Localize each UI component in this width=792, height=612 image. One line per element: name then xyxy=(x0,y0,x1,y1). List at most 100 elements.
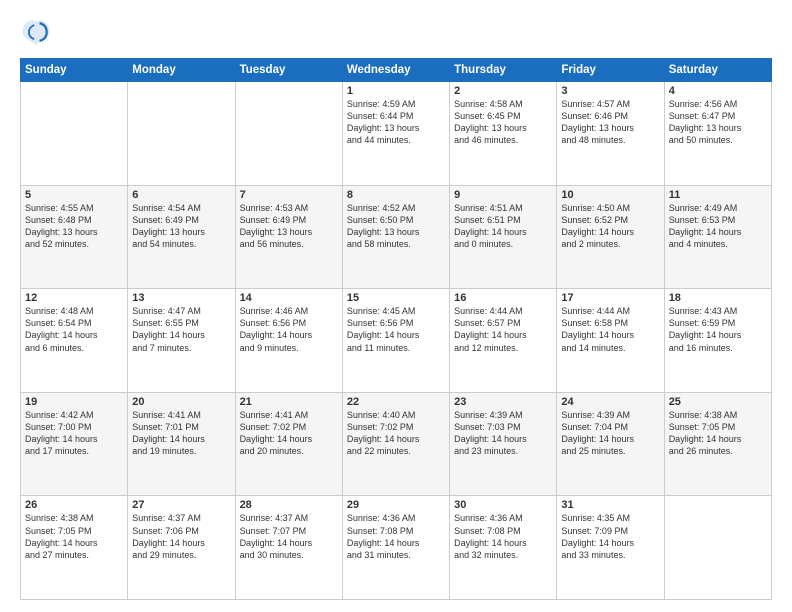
table-row: 30Sunrise: 4:36 AM Sunset: 7:08 PM Dayli… xyxy=(450,496,557,600)
day-number: 31 xyxy=(561,499,659,511)
table-row: 25Sunrise: 4:38 AM Sunset: 7:05 PM Dayli… xyxy=(664,392,771,496)
page: Sunday Monday Tuesday Wednesday Thursday… xyxy=(0,0,792,612)
day-number: 30 xyxy=(454,499,552,511)
day-number: 5 xyxy=(25,189,123,201)
day-detail: Sunrise: 4:42 AM Sunset: 7:00 PM Dayligh… xyxy=(25,409,123,458)
day-number: 8 xyxy=(347,189,445,201)
day-detail: Sunrise: 4:52 AM Sunset: 6:50 PM Dayligh… xyxy=(347,202,445,251)
day-number: 4 xyxy=(669,85,767,97)
calendar-week-row: 12Sunrise: 4:48 AM Sunset: 6:54 PM Dayli… xyxy=(21,289,772,393)
day-number: 2 xyxy=(454,85,552,97)
table-row: 28Sunrise: 4:37 AM Sunset: 7:07 PM Dayli… xyxy=(235,496,342,600)
day-number: 1 xyxy=(347,85,445,97)
header xyxy=(20,16,772,48)
table-row: 10Sunrise: 4:50 AM Sunset: 6:52 PM Dayli… xyxy=(557,185,664,289)
table-row: 24Sunrise: 4:39 AM Sunset: 7:04 PM Dayli… xyxy=(557,392,664,496)
header-wednesday: Wednesday xyxy=(342,59,449,82)
day-number: 26 xyxy=(25,499,123,511)
table-row: 20Sunrise: 4:41 AM Sunset: 7:01 PM Dayli… xyxy=(128,392,235,496)
day-number: 18 xyxy=(669,292,767,304)
day-number: 20 xyxy=(132,396,230,408)
day-number: 3 xyxy=(561,85,659,97)
day-number: 10 xyxy=(561,189,659,201)
table-row: 21Sunrise: 4:41 AM Sunset: 7:02 PM Dayli… xyxy=(235,392,342,496)
day-detail: Sunrise: 4:38 AM Sunset: 7:05 PM Dayligh… xyxy=(669,409,767,458)
day-number: 27 xyxy=(132,499,230,511)
logo-icon xyxy=(20,16,52,48)
table-row xyxy=(664,496,771,600)
day-detail: Sunrise: 4:35 AM Sunset: 7:09 PM Dayligh… xyxy=(561,512,659,561)
day-number: 19 xyxy=(25,396,123,408)
day-detail: Sunrise: 4:43 AM Sunset: 6:59 PM Dayligh… xyxy=(669,305,767,354)
day-detail: Sunrise: 4:44 AM Sunset: 6:57 PM Dayligh… xyxy=(454,305,552,354)
day-number: 13 xyxy=(132,292,230,304)
day-detail: Sunrise: 4:37 AM Sunset: 7:07 PM Dayligh… xyxy=(240,512,338,561)
table-row: 2Sunrise: 4:58 AM Sunset: 6:45 PM Daylig… xyxy=(450,82,557,186)
day-detail: Sunrise: 4:57 AM Sunset: 6:46 PM Dayligh… xyxy=(561,98,659,147)
table-row xyxy=(235,82,342,186)
calendar-table: Sunday Monday Tuesday Wednesday Thursday… xyxy=(20,58,772,600)
table-row: 14Sunrise: 4:46 AM Sunset: 6:56 PM Dayli… xyxy=(235,289,342,393)
table-row: 4Sunrise: 4:56 AM Sunset: 6:47 PM Daylig… xyxy=(664,82,771,186)
table-row: 31Sunrise: 4:35 AM Sunset: 7:09 PM Dayli… xyxy=(557,496,664,600)
table-row: 23Sunrise: 4:39 AM Sunset: 7:03 PM Dayli… xyxy=(450,392,557,496)
header-tuesday: Tuesday xyxy=(235,59,342,82)
day-number: 24 xyxy=(561,396,659,408)
day-detail: Sunrise: 4:48 AM Sunset: 6:54 PM Dayligh… xyxy=(25,305,123,354)
table-row: 15Sunrise: 4:45 AM Sunset: 6:56 PM Dayli… xyxy=(342,289,449,393)
table-row: 7Sunrise: 4:53 AM Sunset: 6:49 PM Daylig… xyxy=(235,185,342,289)
header-sunday: Sunday xyxy=(21,59,128,82)
calendar-week-row: 19Sunrise: 4:42 AM Sunset: 7:00 PM Dayli… xyxy=(21,392,772,496)
day-number: 22 xyxy=(347,396,445,408)
day-detail: Sunrise: 4:45 AM Sunset: 6:56 PM Dayligh… xyxy=(347,305,445,354)
day-number: 29 xyxy=(347,499,445,511)
table-row xyxy=(21,82,128,186)
header-thursday: Thursday xyxy=(450,59,557,82)
table-row: 27Sunrise: 4:37 AM Sunset: 7:06 PM Dayli… xyxy=(128,496,235,600)
table-row: 5Sunrise: 4:55 AM Sunset: 6:48 PM Daylig… xyxy=(21,185,128,289)
header-saturday: Saturday xyxy=(664,59,771,82)
day-detail: Sunrise: 4:41 AM Sunset: 7:02 PM Dayligh… xyxy=(240,409,338,458)
table-row: 16Sunrise: 4:44 AM Sunset: 6:57 PM Dayli… xyxy=(450,289,557,393)
calendar-week-row: 1Sunrise: 4:59 AM Sunset: 6:44 PM Daylig… xyxy=(21,82,772,186)
day-number: 14 xyxy=(240,292,338,304)
day-detail: Sunrise: 4:39 AM Sunset: 7:04 PM Dayligh… xyxy=(561,409,659,458)
table-row: 11Sunrise: 4:49 AM Sunset: 6:53 PM Dayli… xyxy=(664,185,771,289)
calendar-week-row: 26Sunrise: 4:38 AM Sunset: 7:05 PM Dayli… xyxy=(21,496,772,600)
day-number: 17 xyxy=(561,292,659,304)
day-detail: Sunrise: 4:36 AM Sunset: 7:08 PM Dayligh… xyxy=(454,512,552,561)
table-row: 6Sunrise: 4:54 AM Sunset: 6:49 PM Daylig… xyxy=(128,185,235,289)
table-row: 18Sunrise: 4:43 AM Sunset: 6:59 PM Dayli… xyxy=(664,289,771,393)
day-detail: Sunrise: 4:40 AM Sunset: 7:02 PM Dayligh… xyxy=(347,409,445,458)
table-row: 22Sunrise: 4:40 AM Sunset: 7:02 PM Dayli… xyxy=(342,392,449,496)
day-detail: Sunrise: 4:51 AM Sunset: 6:51 PM Dayligh… xyxy=(454,202,552,251)
table-row: 13Sunrise: 4:47 AM Sunset: 6:55 PM Dayli… xyxy=(128,289,235,393)
table-row: 9Sunrise: 4:51 AM Sunset: 6:51 PM Daylig… xyxy=(450,185,557,289)
day-detail: Sunrise: 4:39 AM Sunset: 7:03 PM Dayligh… xyxy=(454,409,552,458)
day-detail: Sunrise: 4:38 AM Sunset: 7:05 PM Dayligh… xyxy=(25,512,123,561)
table-row: 12Sunrise: 4:48 AM Sunset: 6:54 PM Dayli… xyxy=(21,289,128,393)
table-row: 26Sunrise: 4:38 AM Sunset: 7:05 PM Dayli… xyxy=(21,496,128,600)
table-row: 3Sunrise: 4:57 AM Sunset: 6:46 PM Daylig… xyxy=(557,82,664,186)
table-row: 8Sunrise: 4:52 AM Sunset: 6:50 PM Daylig… xyxy=(342,185,449,289)
day-detail: Sunrise: 4:53 AM Sunset: 6:49 PM Dayligh… xyxy=(240,202,338,251)
day-detail: Sunrise: 4:36 AM Sunset: 7:08 PM Dayligh… xyxy=(347,512,445,561)
day-detail: Sunrise: 4:59 AM Sunset: 6:44 PM Dayligh… xyxy=(347,98,445,147)
day-number: 12 xyxy=(25,292,123,304)
table-row: 1Sunrise: 4:59 AM Sunset: 6:44 PM Daylig… xyxy=(342,82,449,186)
day-number: 25 xyxy=(669,396,767,408)
header-friday: Friday xyxy=(557,59,664,82)
day-detail: Sunrise: 4:55 AM Sunset: 6:48 PM Dayligh… xyxy=(25,202,123,251)
day-detail: Sunrise: 4:37 AM Sunset: 7:06 PM Dayligh… xyxy=(132,512,230,561)
day-number: 16 xyxy=(454,292,552,304)
day-detail: Sunrise: 4:54 AM Sunset: 6:49 PM Dayligh… xyxy=(132,202,230,251)
day-detail: Sunrise: 4:44 AM Sunset: 6:58 PM Dayligh… xyxy=(561,305,659,354)
day-number: 15 xyxy=(347,292,445,304)
day-number: 7 xyxy=(240,189,338,201)
day-number: 9 xyxy=(454,189,552,201)
header-monday: Monday xyxy=(128,59,235,82)
day-detail: Sunrise: 4:41 AM Sunset: 7:01 PM Dayligh… xyxy=(132,409,230,458)
logo xyxy=(20,16,56,48)
day-detail: Sunrise: 4:49 AM Sunset: 6:53 PM Dayligh… xyxy=(669,202,767,251)
day-number: 11 xyxy=(669,189,767,201)
